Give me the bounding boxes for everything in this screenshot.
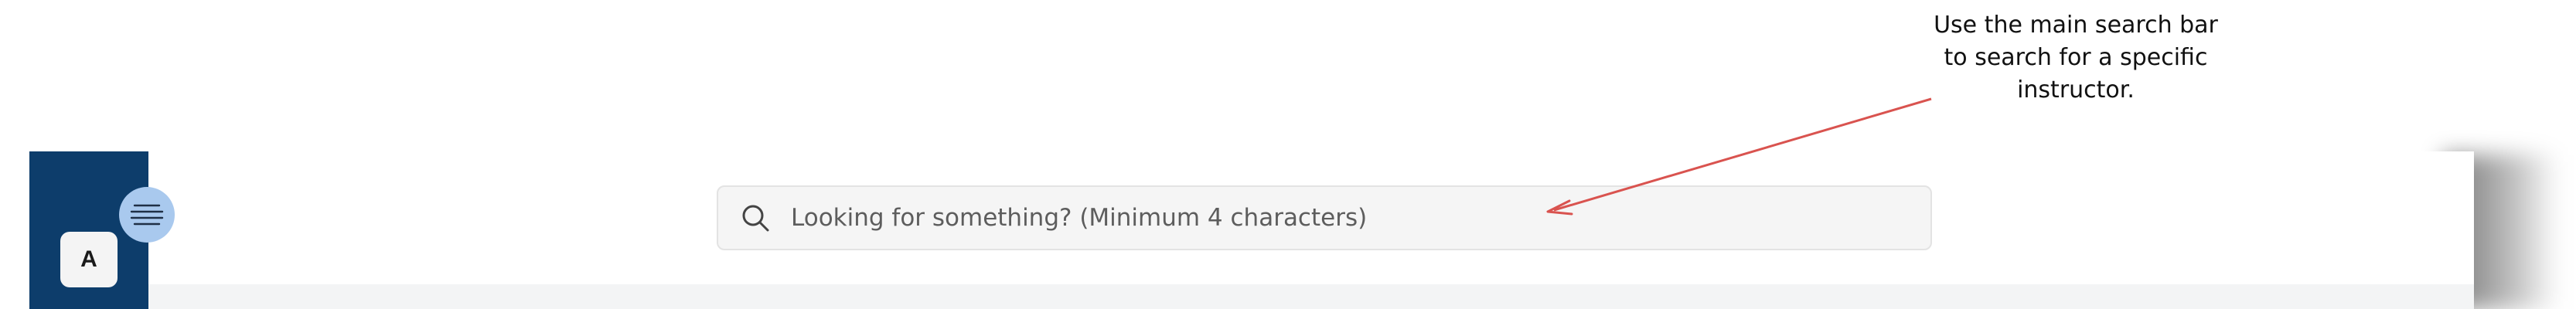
- search-icon[interactable]: [738, 201, 772, 235]
- avatar[interactable]: A: [60, 232, 118, 287]
- search-input[interactable]: [789, 203, 1915, 233]
- menu-toggle-button[interactable]: [119, 187, 175, 243]
- main-search-bar[interactable]: [717, 185, 1932, 250]
- tutorial-screenshot: A Use the main search bar to search for …: [0, 0, 2576, 309]
- app-window: A: [29, 151, 2474, 309]
- annotation-text: Use the main search bar to search for a …: [1934, 12, 2218, 104]
- content-area: [148, 284, 2474, 309]
- avatar-letter: A: [80, 246, 97, 272]
- hamburger-menu-icon: [130, 204, 164, 226]
